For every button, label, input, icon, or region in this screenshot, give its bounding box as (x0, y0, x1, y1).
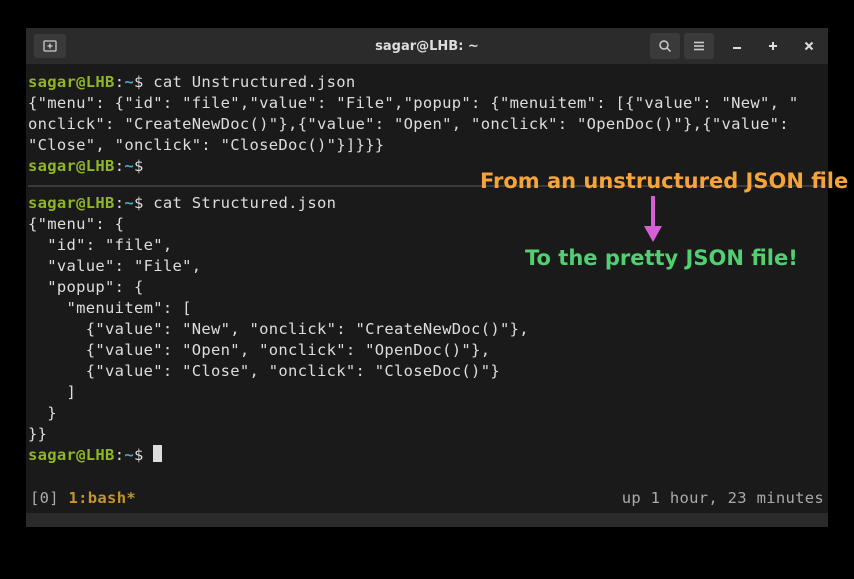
prompt-path: ~ (124, 446, 134, 464)
output-2: {"menu": { "id": "file", "value": "File"… (28, 215, 529, 443)
close-icon (803, 40, 815, 52)
minimize-button[interactable] (724, 33, 750, 59)
status-active-window: 1:bash* (69, 489, 136, 507)
prompt-sep: : (115, 446, 125, 464)
prompt-symbol: $ (134, 194, 144, 212)
menu-button[interactable] (684, 33, 714, 59)
prompt-sep: : (115, 194, 125, 212)
status-left: [0] (30, 489, 69, 507)
prompt-user: sagar@LHB (28, 73, 115, 91)
status-uptime: up 1 hour, 23 minutes (622, 489, 824, 507)
search-icon (658, 39, 672, 53)
prompt-symbol: $ (134, 446, 144, 464)
new-tab-button[interactable] (34, 34, 66, 58)
prompt-sep: : (115, 73, 125, 91)
minimize-icon (731, 40, 743, 52)
prompt-symbol: $ (134, 73, 144, 91)
cursor (153, 445, 162, 462)
titlebar: sagar@LHB: ~ (26, 28, 828, 64)
hamburger-icon (692, 39, 706, 53)
plus-icon (767, 40, 779, 52)
output-1: {"menu": {"id": "file","value": "File","… (28, 94, 799, 154)
annotation-top: From an unstructured JSON file (480, 169, 848, 193)
annotation-bottom: To the pretty JSON file! (525, 246, 798, 270)
prompt-path: ~ (124, 157, 134, 175)
terminal-body[interactable]: sagar@LHB:~$ cat Unstructured.json {"men… (26, 64, 828, 489)
command-2: cat Structured.json (144, 194, 337, 212)
bottom-spacer (26, 513, 828, 527)
tmux-statusbar: [0] 1:bash* up 1 hour, 23 minutes (26, 489, 828, 513)
prompt-symbol: $ (134, 157, 144, 175)
close-button[interactable] (796, 33, 822, 59)
arrow-down-icon (641, 194, 665, 244)
maximize-button[interactable] (760, 33, 786, 59)
prompt-path: ~ (124, 194, 134, 212)
new-tab-icon (42, 38, 58, 54)
search-button[interactable] (650, 33, 680, 59)
prompt-user: sagar@LHB (28, 446, 115, 464)
command-1: cat Unstructured.json (144, 73, 356, 91)
prompt-sep: : (115, 157, 125, 175)
prompt-user: sagar@LHB (28, 194, 115, 212)
prompt-user: sagar@LHB (28, 157, 115, 175)
terminal-window: sagar@LHB: ~ (26, 28, 828, 527)
prompt-path: ~ (124, 73, 134, 91)
